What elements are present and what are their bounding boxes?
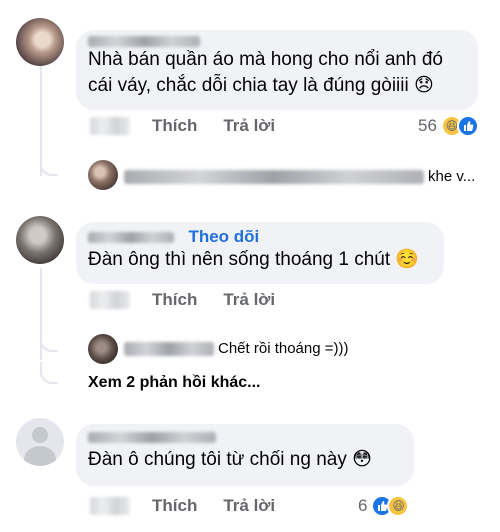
timestamp[interactable] <box>90 117 130 135</box>
avatar[interactable] <box>16 418 64 466</box>
comment-text: Nhà bán quần áo mà hong cho nổi anh đó c… <box>88 49 443 96</box>
reaction-count: 56 <box>418 116 437 135</box>
reply-preview[interactable]: Chết rồi thoáng =))) <box>124 340 348 357</box>
comment-actions: Thích Trả lời <box>90 496 301 516</box>
comment-actions: Thích Trả lời <box>90 290 301 310</box>
reply-author-blurred <box>124 341 214 356</box>
comment-actions: Thích Trả lời <box>90 116 301 136</box>
reply-text: khe v... <box>428 168 476 185</box>
reaction-summary[interactable]: 56 😆 <box>418 115 479 137</box>
commenter-name[interactable] <box>88 231 174 243</box>
timestamp[interactable] <box>90 497 130 515</box>
comment-bubble: Theo dõi Đàn ông thì nên sống thoáng 1 c… <box>76 222 444 284</box>
thread-connector <box>40 362 58 384</box>
comment-text: Đàn ông thì nên sống thoáng 1 chút ☺️ <box>88 249 420 270</box>
reply-avatar[interactable] <box>88 334 118 364</box>
haha-reaction-icon: 😆 <box>387 495 410 517</box>
comment-text: Đàn ô chúng tôi từ chối ng này 😳 <box>88 449 372 470</box>
reply-button[interactable]: Trả lời <box>223 290 275 310</box>
reply-button[interactable]: Trả lời <box>223 116 275 136</box>
avatar[interactable] <box>16 18 64 66</box>
reply-author-blurred <box>124 169 424 184</box>
reply-avatar[interactable] <box>88 160 118 190</box>
like-button[interactable]: Thích <box>152 290 197 310</box>
view-more-replies-link[interactable]: Xem 2 phản hồi khác... <box>88 374 261 392</box>
timestamp[interactable] <box>90 291 130 309</box>
reply-text: Chết rồi thoáng =))) <box>218 340 349 357</box>
thread-connector <box>40 330 58 352</box>
reply-preview[interactable]: khe v... <box>124 168 475 185</box>
like-reaction-icon <box>456 115 479 137</box>
like-button[interactable]: Thích <box>152 496 197 516</box>
reaction-count: 6 <box>358 496 368 515</box>
comment-bubble: Nhà bán quần áo mà hong cho nổi anh đó c… <box>76 30 478 110</box>
commenter-name[interactable] <box>88 432 216 444</box>
thread-connector <box>40 154 58 176</box>
follow-button[interactable]: Theo dõi <box>188 227 259 246</box>
reaction-summary[interactable]: 6 😆 <box>358 495 410 517</box>
comment-bubble: Đàn ô chúng tôi từ chối ng này 😳 <box>76 424 414 486</box>
avatar[interactable] <box>16 216 64 264</box>
commenter-name[interactable] <box>88 36 200 48</box>
reply-button[interactable]: Trả lời <box>223 496 275 516</box>
like-button[interactable]: Thích <box>152 116 197 136</box>
